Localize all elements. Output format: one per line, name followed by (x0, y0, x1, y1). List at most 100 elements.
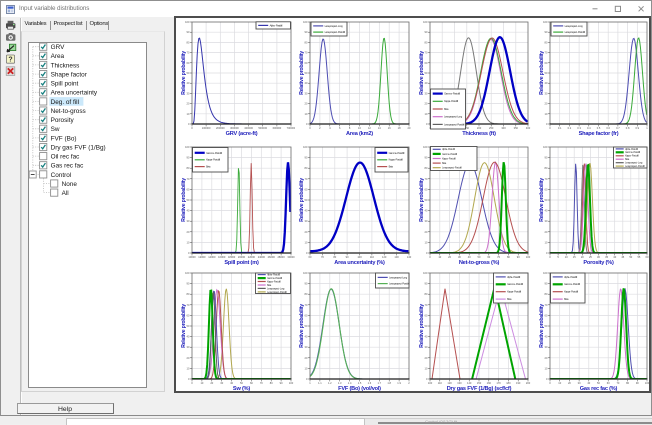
svg-text:0.9: 0.9 (635, 126, 639, 130)
svg-text:200000: 200000 (216, 126, 225, 130)
svg-text:Gamma - Post drill: Gamma - Post drill (444, 92, 460, 96)
svg-text:Shape factor (fr): Shape factor (fr) (579, 131, 619, 137)
svg-text:0: 0 (549, 381, 551, 385)
svg-text:70: 70 (305, 303, 308, 307)
svg-text:80: 80 (545, 166, 548, 170)
svg-text:160: 160 (487, 381, 492, 385)
svg-text:10000: 10000 (188, 255, 196, 259)
svg-text:0: 0 (549, 255, 551, 259)
svg-text:90: 90 (280, 381, 283, 385)
svg-text:0: 0 (306, 122, 308, 126)
svg-text:Spill point (m): Spill point (m) (224, 260, 259, 266)
svg-text:Relative probability: Relative probability (299, 304, 305, 348)
svg-text:12000: 12000 (198, 255, 206, 259)
svg-text:Lena prospect - Long: Lena prospect - Long (565, 24, 584, 28)
svg-text:20: 20 (305, 102, 308, 106)
svg-text:20: 20 (545, 356, 548, 360)
svg-text:90: 90 (425, 30, 428, 34)
svg-text:90: 90 (425, 156, 428, 160)
svg-text:Porosity (%): Porosity (%) (583, 260, 614, 266)
svg-text:0.2: 0.2 (568, 126, 572, 130)
svg-text:Kappa - Post drill: Kappa - Post drill (444, 99, 458, 103)
svg-text:0: 0 (188, 377, 190, 381)
svg-text:300000: 300000 (230, 126, 239, 130)
svg-text:20: 20 (187, 230, 190, 234)
svg-text:40: 40 (230, 381, 233, 385)
svg-text:40: 40 (305, 335, 308, 339)
svg-text:500000: 500000 (258, 126, 267, 130)
svg-text:16: 16 (388, 126, 391, 130)
svg-text:120: 120 (447, 381, 452, 385)
svg-text:40: 40 (425, 209, 428, 213)
svg-text:1.2: 1.2 (328, 381, 332, 385)
svg-text:14000: 14000 (208, 255, 216, 259)
svg-text:20: 20 (448, 255, 451, 259)
svg-text:0: 0 (188, 122, 190, 126)
svg-text:Relative probability: Relative probability (299, 178, 305, 222)
svg-text:80: 80 (187, 166, 190, 170)
svg-text:0: 0 (306, 251, 308, 255)
svg-text:22000: 22000 (248, 255, 256, 259)
svg-text:100: 100 (185, 145, 190, 149)
svg-text:55: 55 (637, 255, 640, 259)
svg-text:Relative probability: Relative probability (419, 304, 425, 348)
svg-text:30: 30 (597, 255, 600, 259)
svg-text:80: 80 (333, 255, 336, 259)
svg-text:0: 0 (546, 377, 548, 381)
svg-text:60: 60 (305, 61, 308, 65)
svg-text:0.6: 0.6 (606, 126, 610, 130)
svg-text:50: 50 (305, 198, 308, 202)
svg-text:0: 0 (429, 255, 431, 259)
svg-text:60: 60 (545, 313, 548, 317)
svg-text:50: 50 (240, 381, 243, 385)
svg-text:70: 70 (545, 51, 548, 55)
svg-text:70: 70 (497, 255, 500, 259)
svg-text:100: 100 (303, 145, 308, 149)
svg-text:100: 100 (645, 381, 649, 385)
svg-text:90: 90 (305, 30, 308, 34)
svg-text:Gamma - Post drill: Gamma - Post drill (442, 153, 458, 156)
svg-text:60: 60 (425, 187, 428, 191)
svg-text:0: 0 (546, 122, 548, 126)
svg-text:120: 120 (382, 255, 387, 259)
svg-text:30: 30 (545, 345, 548, 349)
svg-text:50: 50 (545, 71, 548, 75)
svg-text:70: 70 (425, 51, 428, 55)
svg-text:600000: 600000 (273, 126, 282, 130)
svg-text:20: 20 (187, 102, 190, 106)
svg-text:70: 70 (545, 303, 548, 307)
svg-text:Control: Control (51, 172, 72, 179)
svg-text:40: 40 (587, 381, 590, 385)
svg-text:1.7: 1.7 (377, 381, 381, 385)
svg-text:30: 30 (187, 91, 190, 95)
svg-text:Sw (%): Sw (%) (233, 386, 250, 391)
svg-text:10: 10 (187, 366, 190, 370)
svg-text:20: 20 (210, 381, 213, 385)
svg-text:0.5: 0.5 (597, 126, 601, 130)
svg-text:80: 80 (507, 255, 510, 259)
svg-text:20: 20 (305, 356, 308, 360)
svg-text:350: 350 (514, 126, 519, 130)
svg-text:60: 60 (187, 313, 190, 317)
svg-text:80: 80 (626, 381, 629, 385)
svg-text:Kappa - Post drill: Kappa - Post drill (507, 290, 521, 294)
svg-text:1.4: 1.4 (348, 381, 352, 385)
svg-text:90: 90 (545, 156, 548, 160)
svg-text:1.8: 1.8 (387, 381, 391, 385)
svg-text:10: 10 (425, 112, 428, 116)
svg-text:20: 20 (408, 126, 411, 130)
svg-text:Kappa - Post drill: Kappa - Post drill (206, 158, 220, 162)
svg-text:20: 20 (425, 102, 428, 106)
svg-text:100: 100 (357, 255, 362, 259)
svg-text:10: 10 (305, 112, 308, 116)
svg-text:50: 50 (187, 324, 190, 328)
svg-text:80: 80 (305, 292, 308, 296)
svg-text:Shape factor: Shape factor (51, 72, 88, 79)
svg-text:Kappa - Post drill: Kappa - Post drill (442, 157, 456, 160)
svg-text:50: 50 (629, 255, 632, 259)
svg-text:10: 10 (425, 240, 428, 244)
svg-text:80: 80 (545, 40, 548, 44)
svg-text:0: 0 (426, 251, 428, 255)
svg-text:0.3: 0.3 (577, 126, 581, 130)
svg-text:20: 20 (545, 230, 548, 234)
